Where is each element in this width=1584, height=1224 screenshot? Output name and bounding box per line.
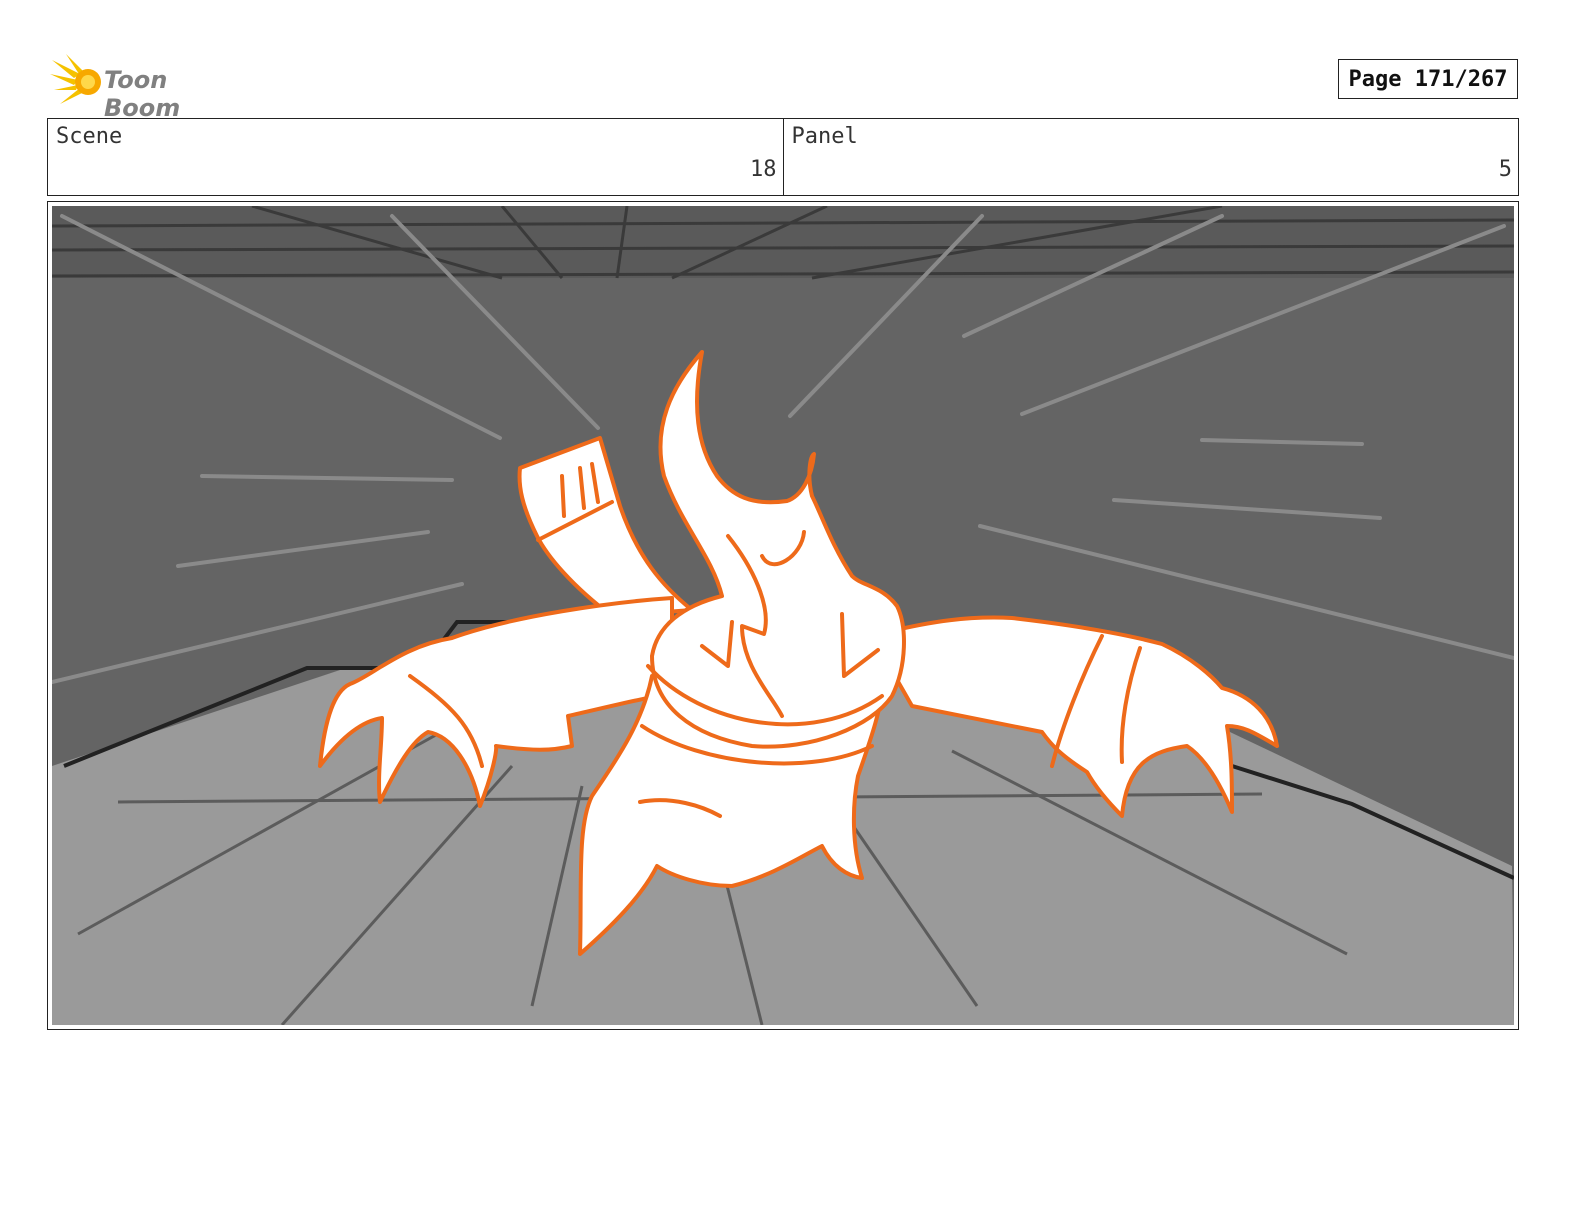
ceiling: [52, 206, 1514, 278]
storyboard-panel: [47, 201, 1519, 1030]
scene-panel-info: Scene 18 Panel 5: [47, 118, 1519, 196]
toon-boom-logo: Toon Boom: [50, 52, 250, 122]
page-number: Page 171/267: [1338, 59, 1518, 99]
starburst-icon: [50, 54, 101, 104]
panel-cell: Panel 5: [782, 119, 1519, 195]
panel-number: 5: [1498, 157, 1512, 182]
logo-text: Toon Boom: [104, 66, 181, 122]
panel-drawing: [52, 206, 1514, 1025]
scene-cell: Scene 18: [48, 119, 783, 195]
scene-number: 18: [750, 157, 777, 182]
scene-label: Scene: [56, 124, 123, 149]
panel-label: Panel: [791, 124, 858, 149]
